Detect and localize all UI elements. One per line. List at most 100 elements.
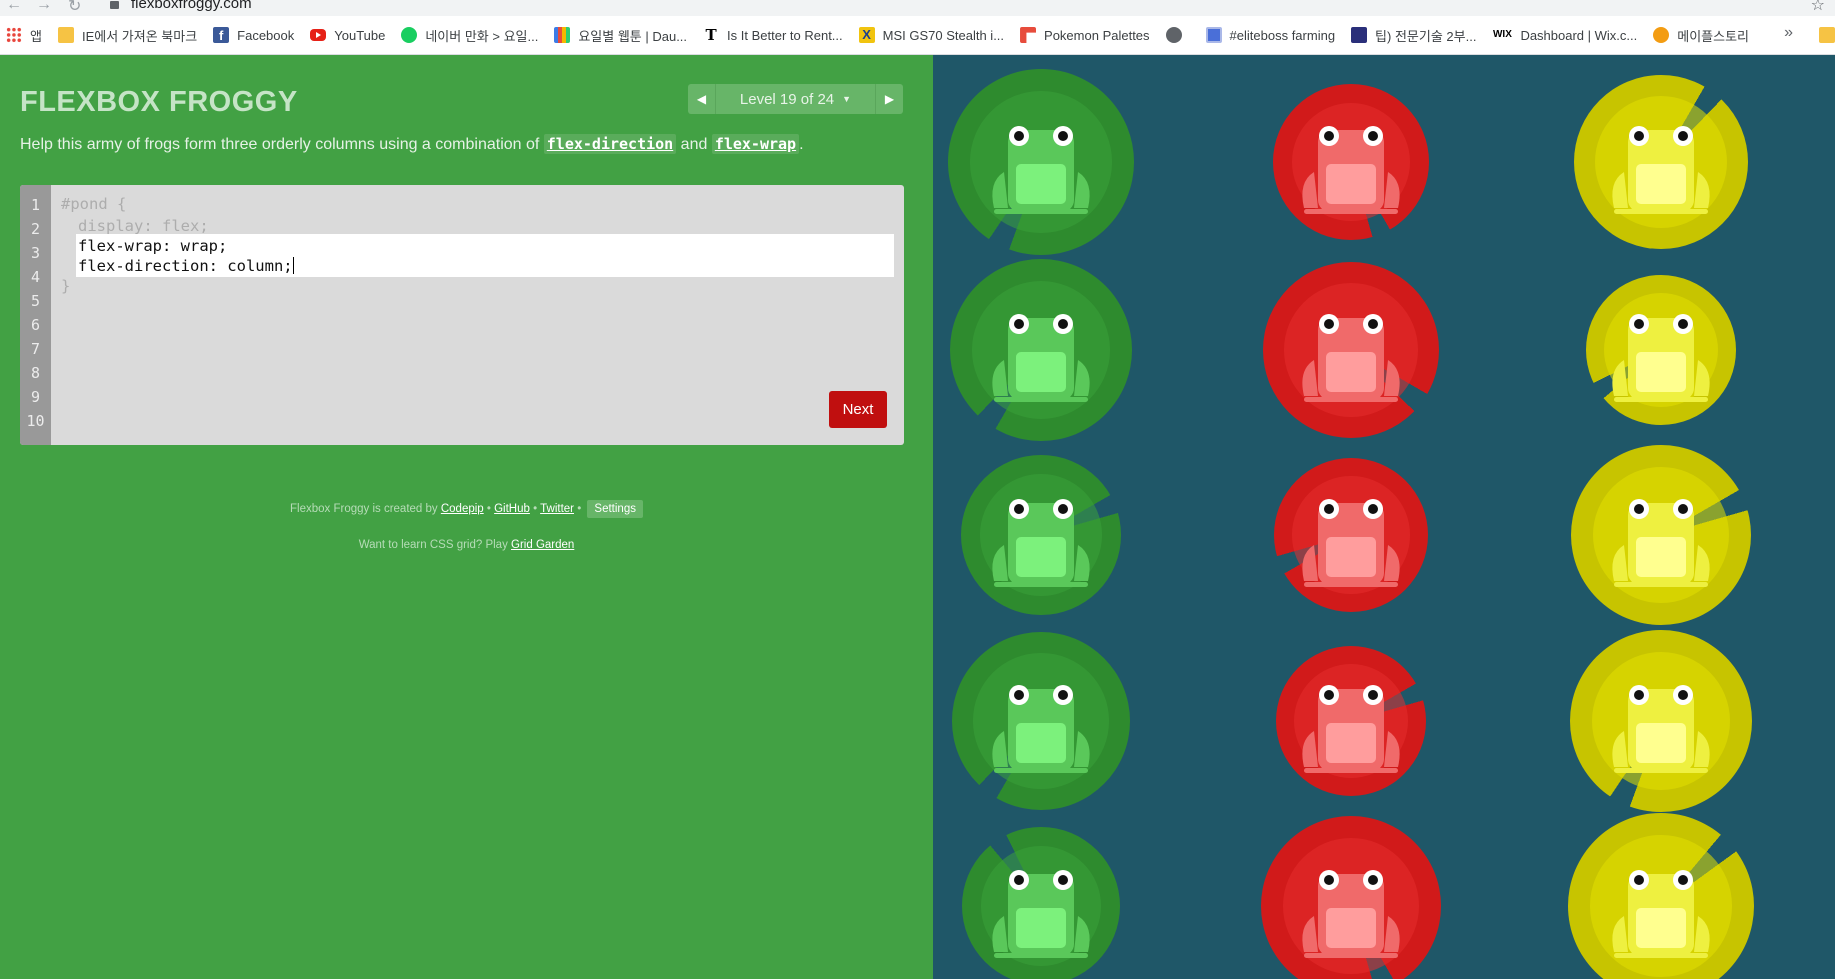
code-input[interactable]: flex-wrap: wrap; flex-direction: column; bbox=[76, 234, 894, 277]
bookmark-wix[interactable]: WIX Dashboard | Wix.c... bbox=[1492, 21, 1637, 49]
bookmark-label: 앱 bbox=[30, 28, 42, 44]
bookmark-facebook[interactable]: f Facebook bbox=[213, 21, 294, 49]
github-link[interactable]: GitHub bbox=[494, 503, 530, 515]
bookmark-label: #eliteboss farming bbox=[1229, 27, 1336, 43]
instructions: Help this army of frogs form three order… bbox=[20, 134, 804, 154]
frog-icon bbox=[1302, 870, 1400, 958]
bookmark-maplestory[interactable]: 메이플스토리 bbox=[1653, 21, 1749, 49]
code-line-close-brace: } bbox=[61, 277, 71, 295]
previous-level-arrow-icon[interactable]: ◀ bbox=[688, 84, 716, 114]
frog-icon bbox=[992, 499, 1090, 587]
wix-icon: WIX bbox=[1492, 29, 1512, 40]
next-button[interactable]: Next bbox=[829, 391, 887, 428]
separator: • bbox=[574, 503, 585, 515]
bookmark-naver[interactable]: 네이버 만화 > 요일... bbox=[401, 21, 538, 49]
pond bbox=[933, 55, 1835, 979]
code-input-line-2: flex-direction: column; bbox=[78, 257, 293, 275]
globe-icon bbox=[1165, 27, 1182, 43]
grid-garden-promo: Want to learn CSS grid? Play Grid Garden bbox=[0, 539, 933, 551]
text-cursor bbox=[292, 257, 294, 274]
frog-icon bbox=[1302, 126, 1400, 214]
bookmark-label: Is It Better to Rent... bbox=[727, 27, 843, 43]
bookmarks-bar: 앱 IE에서 가져온 북마크 f Facebook YouTube 네이버 만화 … bbox=[0, 16, 1835, 55]
bookmark-tip[interactable]: 팁) 전문기술 2부... bbox=[1351, 21, 1476, 49]
naver-icon bbox=[401, 27, 418, 43]
code-line-display: display: flex; bbox=[78, 217, 209, 235]
more-bookmarks-chevron-icon[interactable]: » bbox=[1784, 24, 1793, 42]
instructions-after: . bbox=[799, 136, 804, 153]
line-number: 5 bbox=[30, 292, 41, 310]
line-number: 6 bbox=[30, 316, 41, 334]
line-number: 10 bbox=[26, 412, 45, 430]
bookmark-apps[interactable]: 앱 bbox=[6, 21, 42, 49]
green-frog bbox=[946, 811, 1136, 979]
grid-garden-text: Want to learn CSS grid? Play bbox=[358, 539, 512, 551]
sidebar: FLEXBOX FROGGY ◀ Level 19 of 24 ▼ ▶ Help… bbox=[0, 55, 933, 979]
level-indicator[interactable]: Level 19 of 24 ▼ bbox=[716, 84, 875, 114]
yellow-frog bbox=[1566, 626, 1756, 816]
credits: Flexbox Froggy is created by Codepip • G… bbox=[0, 500, 933, 518]
bookmark-label: 네이버 만화 > 요일... bbox=[425, 28, 539, 44]
bookmark-globe[interactable] bbox=[1165, 21, 1190, 49]
back-arrow-icon[interactable]: ← bbox=[6, 0, 22, 14]
next-level-arrow-icon[interactable]: ▶ bbox=[875, 84, 903, 114]
line-number: 2 bbox=[30, 220, 41, 238]
red-frog bbox=[1256, 626, 1446, 816]
nyt-icon: T bbox=[705, 26, 717, 44]
code-input-line-1: flex-wrap: wrap; bbox=[78, 237, 228, 255]
yellow-frog bbox=[1566, 440, 1756, 630]
bookmark-nyt[interactable]: T Is It Better to Rent... bbox=[703, 21, 843, 49]
line-number: 8 bbox=[30, 364, 41, 382]
youtube-icon bbox=[310, 29, 327, 41]
frog-icon bbox=[992, 314, 1090, 402]
frog-icon bbox=[992, 870, 1090, 958]
bookmark-label: Facebook bbox=[237, 27, 295, 43]
flex-wrap-code[interactable]: flex-wrap bbox=[711, 134, 800, 154]
bookmark-elite[interactable]: #eliteboss farming bbox=[1205, 21, 1336, 49]
green-frog bbox=[946, 67, 1136, 257]
forward-arrow-icon[interactable]: → bbox=[36, 0, 52, 14]
yellow-frog bbox=[1566, 811, 1756, 979]
bookmark-pokemon[interactable]: Pokemon Palettes bbox=[1020, 21, 1150, 49]
bookmark-msi[interactable]: X MSI GS70 Stealth i... bbox=[858, 21, 1004, 49]
reload-icon[interactable]: ↻ bbox=[68, 0, 81, 16]
red-frog bbox=[1256, 440, 1446, 630]
instructions-middle: and bbox=[676, 136, 712, 153]
maple-icon bbox=[1653, 27, 1670, 43]
line-number: 1 bbox=[30, 196, 41, 214]
star-bookmark-icon[interactable]: ☆ bbox=[1811, 0, 1825, 15]
flex-direction-code[interactable]: flex-direction bbox=[543, 134, 677, 154]
credits-text: Flexbox Froggy is created by bbox=[290, 503, 441, 515]
url-text[interactable]: flexboxfroggy.com bbox=[131, 0, 252, 12]
grid-garden-link[interactable]: Grid Garden bbox=[511, 539, 574, 551]
green-frog bbox=[946, 255, 1136, 445]
level-label: Level 19 of 24 bbox=[739, 90, 835, 108]
game-title: FLEXBOX FROGGY bbox=[20, 86, 298, 118]
facebook-icon: f bbox=[213, 27, 230, 43]
bookmark-ie-folder[interactable]: IE에서 가져온 북마크 bbox=[57, 21, 197, 49]
other-bookmarks-folder-icon[interactable] bbox=[1819, 27, 1835, 43]
red-frog bbox=[1256, 67, 1446, 257]
game-main: FLEXBOX FROGGY ◀ Level 19 of 24 ▼ ▶ Help… bbox=[0, 55, 1835, 979]
instructions-before: Help this army of frogs form three order… bbox=[20, 136, 544, 153]
settings-button[interactable]: Settings bbox=[587, 500, 643, 518]
frog-icon bbox=[1612, 126, 1710, 214]
yellow-frog bbox=[1566, 255, 1756, 445]
bookmark-label: 요일별 웹툰 | Dau... bbox=[578, 28, 688, 44]
line-number: 4 bbox=[30, 268, 41, 286]
frog-icon bbox=[1612, 499, 1710, 587]
frog-icon bbox=[1302, 499, 1400, 587]
frog-icon bbox=[992, 685, 1090, 773]
line-number: 3 bbox=[30, 244, 41, 262]
line-number: 9 bbox=[30, 388, 41, 406]
frog-icon bbox=[1612, 870, 1710, 958]
yellow-frog bbox=[1566, 67, 1756, 257]
bookmark-label: YouTube bbox=[334, 27, 386, 43]
twitter-link[interactable]: Twitter bbox=[540, 503, 574, 515]
bookmark-youtube[interactable]: YouTube bbox=[310, 21, 385, 49]
codepip-link[interactable]: Codepip bbox=[441, 503, 484, 515]
bookmark-daum[interactable]: 요일별 웹툰 | Dau... bbox=[554, 21, 687, 49]
code-line-selector: #pond { bbox=[61, 195, 127, 213]
frog-icon bbox=[992, 126, 1090, 214]
line-number-gutter: 1 2 3 4 5 6 7 8 9 10 bbox=[20, 185, 51, 445]
